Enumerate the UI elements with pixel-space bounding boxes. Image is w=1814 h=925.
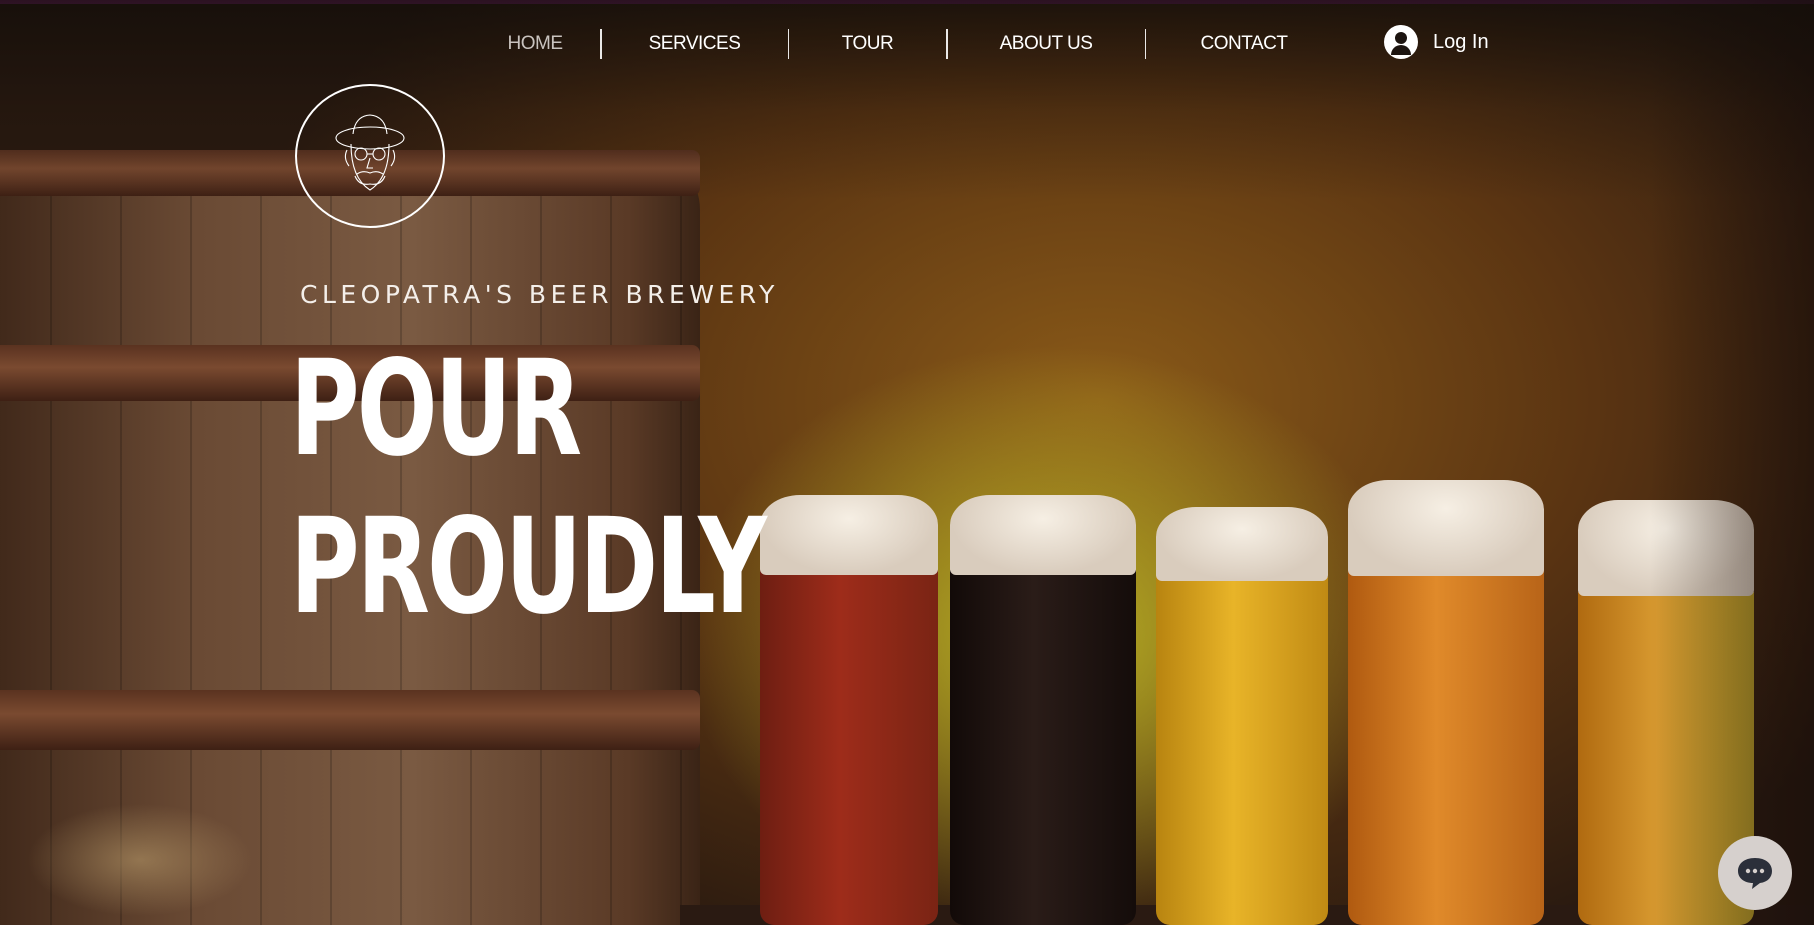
headline-line-2: PROUDLY bbox=[290, 490, 767, 644]
chat-bubble-icon bbox=[1738, 858, 1772, 889]
user-avatar-icon bbox=[1384, 25, 1418, 59]
bearded-man-hat-logo-icon bbox=[335, 114, 405, 191]
headline-line-1: POUR bbox=[290, 332, 582, 486]
hero-section: HOME SERVICES TOUR ABOUT US CONTACT Log … bbox=[0, 0, 1814, 925]
background-overlay bbox=[0, 0, 1814, 925]
nav-item-home[interactable]: HOME bbox=[470, 33, 600, 55]
nav-item-tour[interactable]: TOUR bbox=[789, 33, 946, 55]
hero-headline: POUR PROUDLY bbox=[290, 330, 767, 646]
brewery-name: CLEOPATRA'S BEER BREWERY bbox=[300, 280, 779, 309]
login-button[interactable]: Log In bbox=[1384, 25, 1489, 59]
nav-item-services[interactable]: SERVICES bbox=[602, 33, 788, 55]
nav-item-contact[interactable]: CONTACT bbox=[1146, 33, 1342, 55]
nav-divider bbox=[1144, 29, 1146, 59]
chat-button[interactable] bbox=[1718, 836, 1792, 910]
nav-divider bbox=[600, 29, 602, 59]
main-nav: HOME SERVICES TOUR ABOUT US CONTACT bbox=[470, 26, 1342, 62]
brewery-logo[interactable] bbox=[295, 84, 445, 228]
nav-divider bbox=[946, 29, 948, 59]
nav-item-about-us[interactable]: ABOUT US bbox=[948, 33, 1145, 55]
nav-divider bbox=[787, 29, 789, 59]
login-label: Log In bbox=[1433, 30, 1489, 53]
